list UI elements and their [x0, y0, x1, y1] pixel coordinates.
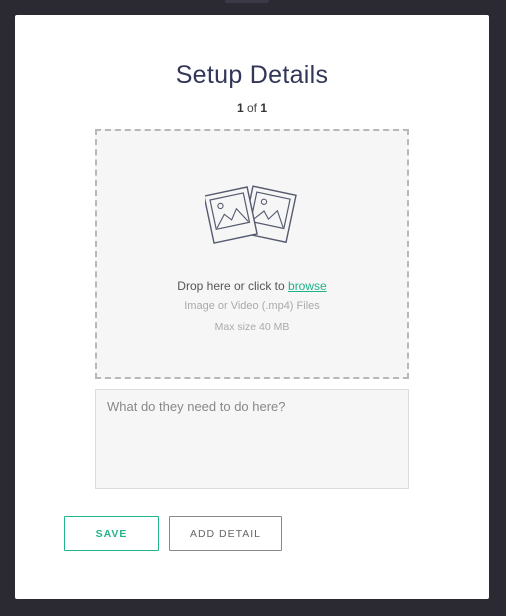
pager-current: 1: [236, 101, 244, 115]
photos-icon: [205, 185, 297, 244]
file-types-hint: Image or Video (.mp4) Files: [184, 300, 320, 312]
browse-link[interactable]: browse: [288, 279, 327, 293]
pager-total: 1: [260, 101, 268, 115]
step-pager: 1 of 1: [15, 101, 489, 115]
instructions-textarea[interactable]: [95, 389, 409, 489]
pager-separator: of: [246, 101, 257, 115]
add-detail-button[interactable]: ADD DETAIL: [169, 516, 282, 551]
save-button[interactable]: SAVE: [64, 516, 159, 551]
backdrop-handle: [225, 0, 269, 3]
page-title: Setup Details: [175, 61, 329, 89]
drop-prompt: Drop here or click to: [177, 279, 285, 293]
media-dropzone[interactable]: Drop here or click to browse Image or Vi…: [95, 129, 409, 379]
max-size-hint: Max size 40 MB: [214, 321, 290, 333]
drop-instructions: Drop here or click to browse: [97, 279, 407, 293]
setup-details-modal: Setup Details 1 of 1 Drop here or click …: [15, 15, 489, 599]
